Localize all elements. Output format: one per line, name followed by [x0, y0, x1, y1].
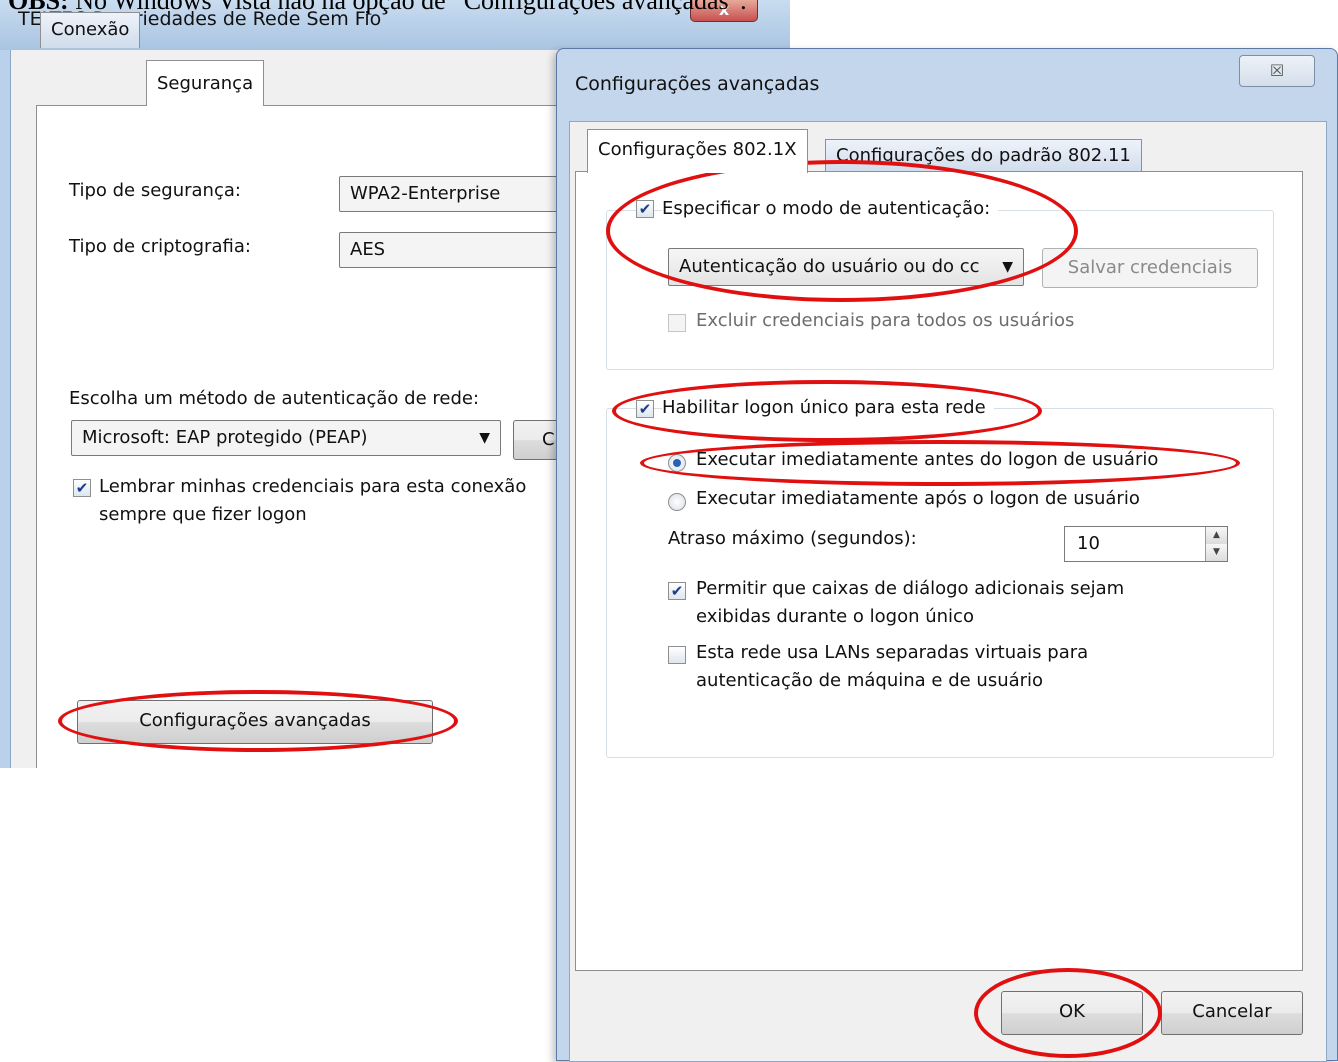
allow-dialogs-checkbox[interactable]: ✔ — [668, 582, 686, 600]
specify-auth-mode-label: Especificar o modo de autenticação: — [662, 198, 999, 219]
advanced-settings-button[interactable]: Configurações avançadas — [77, 700, 433, 744]
run-after-logon-label: Executar imediatamente após o logon de u… — [696, 488, 1140, 509]
max-delay-value: 10 — [1077, 533, 1100, 554]
security-type-value: WPA2-Enterprise — [350, 183, 501, 204]
dialog-title: Configurações avançadas — [575, 73, 820, 95]
tab-conexao[interactable]: Conexão — [40, 12, 141, 48]
auth-method-select[interactable]: Microsoft: EAP protegido (PEAP) ▼ — [71, 420, 501, 456]
dialog-panel: ✔ Especificar o modo de autenticação: Au… — [575, 171, 1303, 971]
vlan-label-2: autenticação de máquina e de usuário — [696, 670, 1044, 691]
enable-sso-checkbox[interactable]: ✔ — [636, 400, 654, 418]
delete-credentials-label: Excluir credenciais para todos os usuári… — [696, 310, 1075, 331]
encryption-type-value: AES — [350, 239, 386, 260]
max-delay-label: Atraso máximo (segundos): — [668, 528, 917, 549]
close-icon: ☒ — [1269, 61, 1285, 80]
close-button[interactable]: ☒ — [1239, 55, 1315, 87]
security-type-label: Tipo de segurança: — [69, 180, 241, 201]
vlan-checkbox[interactable] — [668, 646, 686, 664]
auth-mode-group — [606, 210, 1274, 370]
delete-credentials-checkbox[interactable] — [668, 314, 686, 332]
encryption-type-label: Tipo de criptografia: — [69, 236, 251, 257]
auth-mode-select[interactable]: Autenticação do usuário ou do cc ▼ — [668, 248, 1024, 286]
tab-8021x[interactable]: Configurações 802.1X — [587, 129, 808, 173]
remember-credentials-checkbox[interactable]: ✔ — [73, 479, 91, 497]
chevron-down-icon: ▼ — [1002, 259, 1013, 275]
advanced-settings-dialog: Configurações avançadas ☒ Configurações … — [556, 48, 1338, 1062]
caption: OBS: No Windows Vista não há opção de “C… — [8, 0, 747, 15]
cancel-button[interactable]: Cancelar — [1161, 991, 1303, 1035]
remember-credentials-label: Lembrar minhas credenciais para esta con… — [99, 476, 527, 497]
tab-seguranca[interactable]: Segurança — [146, 60, 265, 106]
save-credentials-button[interactable]: Salvar credenciais — [1042, 248, 1258, 288]
allow-dialogs-label-2: exibidas durante o logon único — [696, 606, 974, 627]
allow-dialogs-label: Permitir que caixas de diálogo adicionai… — [696, 578, 1125, 599]
caption-prefix: OBS: — [8, 0, 69, 15]
enable-sso-label: Habilitar logon único para esta rede — [662, 397, 994, 418]
auth-mode-value: Autenticação do usuário ou do cc — [679, 256, 980, 277]
ok-button[interactable]: OK — [1001, 991, 1143, 1035]
spin-down-button[interactable]: ▼ — [1205, 544, 1227, 561]
run-after-logon-radio[interactable] — [668, 493, 686, 511]
run-before-logon-radio[interactable] — [668, 454, 686, 472]
run-before-logon-label: Executar imediatamente antes do logon de… — [696, 449, 1159, 470]
max-delay-spinner[interactable]: 10 ▲ ▼ — [1064, 526, 1228, 562]
remember-credentials-label-2: sempre que fizer logon — [99, 504, 307, 525]
caption-text: No Windows Vista não há opção de “Config… — [68, 0, 747, 15]
tab-80211[interactable]: Configurações do padrão 802.11 — [825, 139, 1142, 173]
vlan-label: Esta rede usa LANs separadas virtuais pa… — [696, 642, 1089, 663]
chevron-down-icon: ▼ — [479, 430, 490, 446]
auth-method-label: Escolha um método de autenticação de red… — [69, 388, 480, 409]
spin-up-button[interactable]: ▲ — [1205, 527, 1227, 544]
auth-method-value: Microsoft: EAP protegido (PEAP) — [82, 427, 368, 448]
specify-auth-mode-checkbox[interactable]: ✔ — [636, 200, 654, 218]
